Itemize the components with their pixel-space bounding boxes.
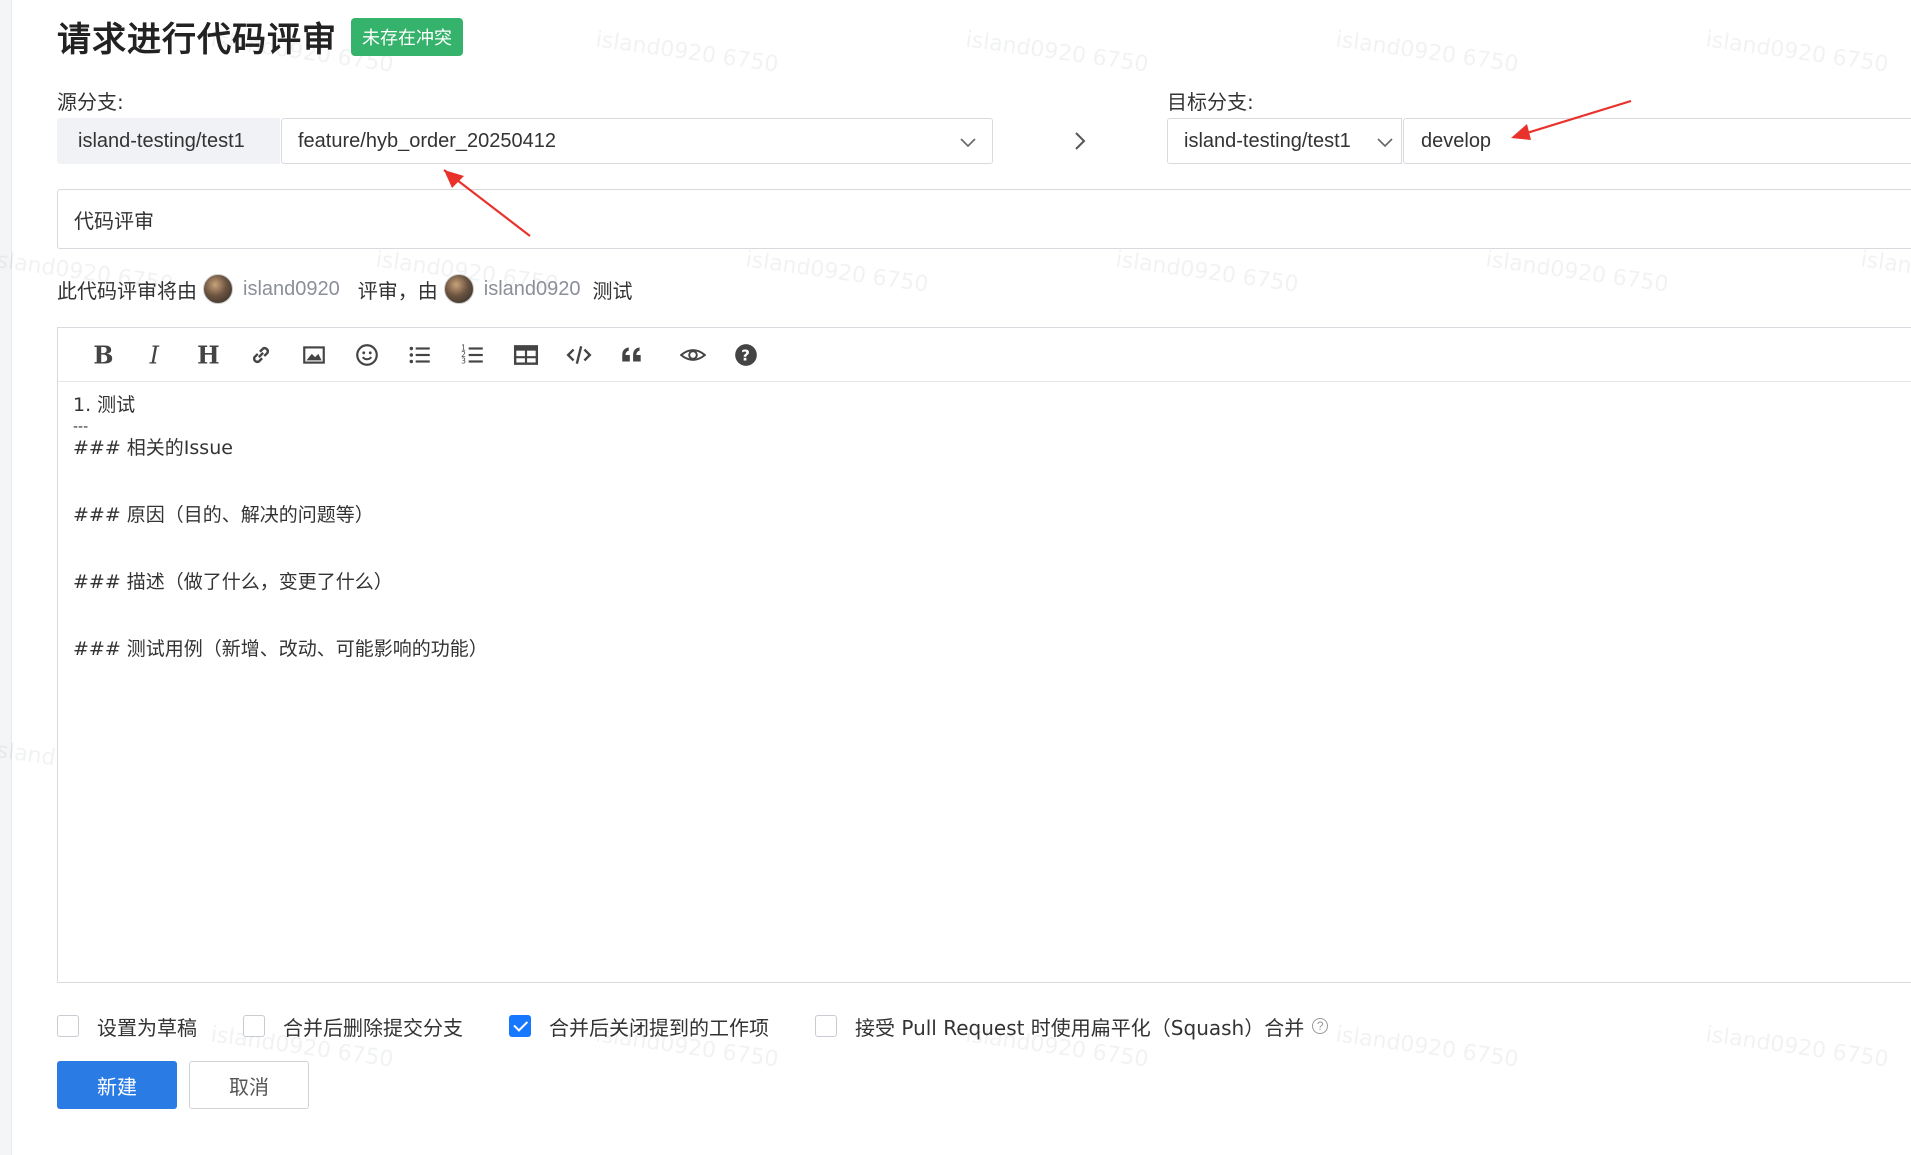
link-icon[interactable] — [243, 337, 279, 373]
page-title: 请求进行代码评审 — [57, 20, 337, 60]
watermark-text: island0920 6750 — [1114, 247, 1300, 298]
editor-line: ### 相关的Issue — [73, 437, 233, 459]
watermark-text: island0920 6750 — [964, 27, 1150, 78]
left-gutter — [0, 0, 12, 1155]
delete-branch-option[interactable]: 合并后删除提交分支 — [243, 1012, 463, 1041]
options-row: 设置为草稿 合并后删除提交分支 合并后关闭提到的工作项 接受 Pull Requ… — [57, 1008, 1374, 1044]
quote-icon[interactable] — [614, 337, 650, 373]
squash-option[interactable]: 接受 Pull Request 时使用扁平化（Squash）合并 ? — [815, 1012, 1329, 1041]
conflict-status-badge: 未存在冲突 — [351, 17, 463, 56]
arrow-right-icon — [1075, 132, 1086, 150]
watermark-text: island0920 6750 — [1484, 247, 1670, 298]
delete-branch-label: 合并后删除提交分支 — [283, 1015, 463, 1040]
reviewer-avatar — [203, 274, 233, 304]
target-repo-value: island-testing/test1 — [1184, 129, 1351, 152]
tester-name[interactable]: island0920 — [484, 278, 581, 301]
delete-branch-checkbox[interactable] — [243, 1015, 265, 1037]
title-input-value: 代码评审 — [74, 208, 154, 233]
draft-option[interactable]: 设置为草稿 — [57, 1012, 197, 1041]
close-items-label: 合并后关闭提到的工作项 — [549, 1015, 769, 1040]
editor-line: ### 测试用例（新增、改动、可能影响的功能） — [73, 638, 488, 660]
tester-avatar — [443, 274, 474, 304]
target-repo-select[interactable]: island-testing/test1 — [1167, 118, 1402, 164]
heading-icon[interactable]: H — [190, 337, 226, 373]
source-branch-select[interactable]: feature/hyb_order_20250412 — [281, 118, 993, 164]
editor-line: ### 原因（目的、解决的问题等） — [73, 504, 374, 526]
question-icon[interactable]: ? — [1312, 1018, 1329, 1034]
table-icon[interactable] — [508, 337, 544, 373]
help-circle-icon[interactable]: ? — [728, 337, 764, 373]
watermark-text: island0920 6750 — [594, 27, 780, 78]
draft-checkbox[interactable] — [57, 1015, 79, 1037]
editor-line: --- — [73, 419, 89, 435]
page: island0920 6750 island0920 6750 island0920… — [0, 0, 1911, 1155]
reviewer-prefix: 此代码评审将由 — [57, 278, 197, 303]
cancel-button[interactable]: 取消 — [189, 1061, 309, 1109]
editor-toolbar: B I H 123 ? — [58, 328, 1911, 382]
reviewer-middle: 评审，由 — [357, 278, 438, 303]
image-icon[interactable] — [296, 337, 332, 373]
watermark-text: island0920 6750 — [1704, 27, 1890, 78]
watermark-text: island0920 6750 — [1334, 27, 1520, 78]
close-items-option[interactable]: 合并后关闭提到的工作项 — [509, 1012, 769, 1041]
chevron-down-icon — [1377, 138, 1393, 148]
bullet-list-icon[interactable] — [402, 337, 438, 373]
code-icon[interactable] — [561, 337, 597, 373]
create-button[interactable]: 新建 — [57, 1061, 177, 1109]
close-items-checkbox[interactable] — [509, 1015, 531, 1037]
italic-icon[interactable]: I — [137, 337, 173, 373]
svg-text:?: ? — [741, 346, 750, 364]
watermark-text: island0920 6750 — [1704, 1022, 1890, 1073]
emoji-icon[interactable] — [349, 337, 385, 373]
source-repo: island-testing/test1 — [57, 118, 280, 164]
preview-icon[interactable] — [675, 337, 711, 373]
squash-checkbox[interactable] — [815, 1015, 837, 1037]
reviewer-line: 此代码评审将由 island0920 评审，由 island0920 测试 — [57, 272, 633, 306]
source-branch-value: feature/hyb_order_20250412 — [298, 129, 556, 152]
numbered-list-icon[interactable]: 123 — [455, 337, 491, 373]
title-input[interactable]: 代码评审 — [57, 189, 1911, 249]
header: 请求进行代码评审 未存在冲突 — [57, 12, 463, 61]
draft-label: 设置为草稿 — [97, 1015, 197, 1040]
target-branch-label: 目标分支: — [1167, 90, 1254, 114]
svg-text:I: I — [149, 342, 160, 368]
watermark-text: island0920 6750 — [744, 247, 930, 298]
editor-content[interactable]: 1. 测试 --- ### 相关的Issue ### 原因（目的、解决的问题等） #… — [58, 382, 1911, 673]
reviewer-name[interactable]: island0920 — [243, 278, 340, 301]
watermark-text: island0920 6750 — [1859, 247, 1911, 297]
reviewer-suffix: 测试 — [592, 278, 633, 303]
markdown-editor: B I H 123 ? 1. 测试 --- ### 相关的Issue ### 原… — [57, 327, 1911, 983]
svg-text:B: B — [93, 342, 113, 368]
svg-text:3: 3 — [461, 356, 466, 365]
target-branch-select[interactable]: develop — [1403, 118, 1911, 164]
svg-text:H: H — [197, 342, 220, 368]
source-branch-label: 源分支: — [57, 90, 124, 114]
chevron-down-icon — [960, 138, 976, 148]
target-branch-value: develop — [1421, 129, 1492, 152]
bold-icon[interactable]: B — [84, 337, 120, 373]
editor-line: 1. 测试 — [73, 394, 136, 416]
squash-label: 接受 Pull Request 时使用扁平化（Squash）合并 — [855, 1015, 1305, 1040]
editor-line: ### 描述（做了什么，变更了什么） — [73, 571, 393, 593]
